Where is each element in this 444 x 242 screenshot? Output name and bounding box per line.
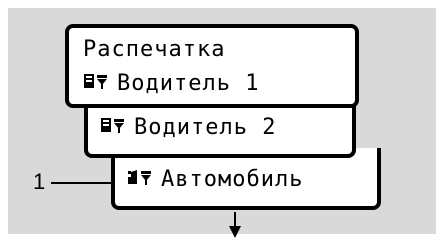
menu-item-driver-2[interactable]: Водитель 2 bbox=[100, 116, 276, 140]
menu-item-label: Автомобиль bbox=[161, 167, 304, 192]
scroll-down-arrow-icon bbox=[229, 212, 241, 238]
menu-title: Распечатка bbox=[83, 37, 226, 62]
menu-item-label: Водитель 2 bbox=[134, 115, 277, 140]
driver-card-printer-icon bbox=[100, 116, 126, 140]
menu-item-label: Водитель 1 bbox=[117, 71, 260, 96]
menu-item-vehicle[interactable]: Автомобиль bbox=[127, 168, 303, 192]
callout-number: 1 bbox=[33, 169, 46, 194]
menu-screen-driver-1: Распечатка Водитель 1 bbox=[65, 24, 359, 108]
vehicle-printer-icon bbox=[127, 168, 153, 192]
menu-item-driver-1[interactable]: Водитель 1 bbox=[83, 72, 259, 96]
driver-card-printer-icon bbox=[83, 72, 109, 96]
